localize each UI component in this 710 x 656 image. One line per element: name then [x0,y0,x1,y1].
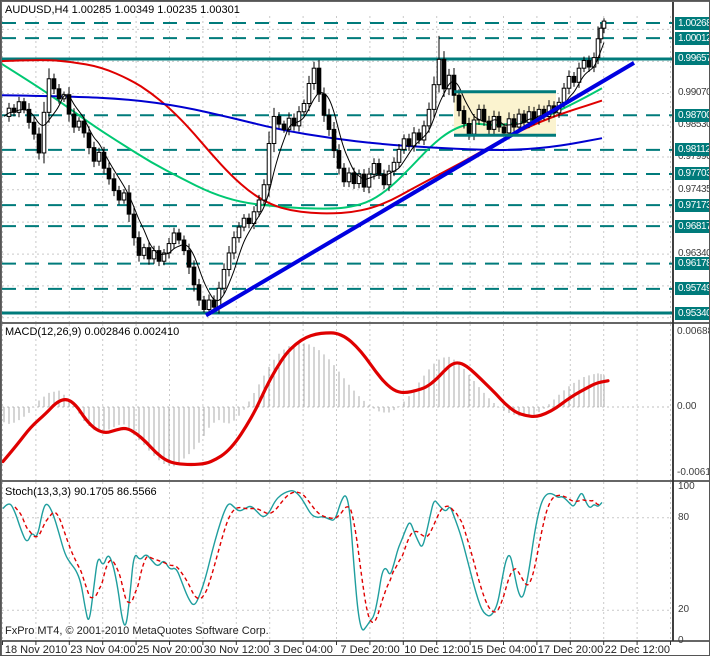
mt4-chart-window: AUDUSD,H4 1.00285 1.00349 1.00235 1.0030… [0,0,710,656]
price-axis[interactable] [673,1,709,641]
stoch-panel[interactable] [1,481,673,641]
macd-panel[interactable] [1,323,673,481]
time-axis[interactable] [1,641,709,655]
main-chart-panel[interactable] [1,1,673,323]
